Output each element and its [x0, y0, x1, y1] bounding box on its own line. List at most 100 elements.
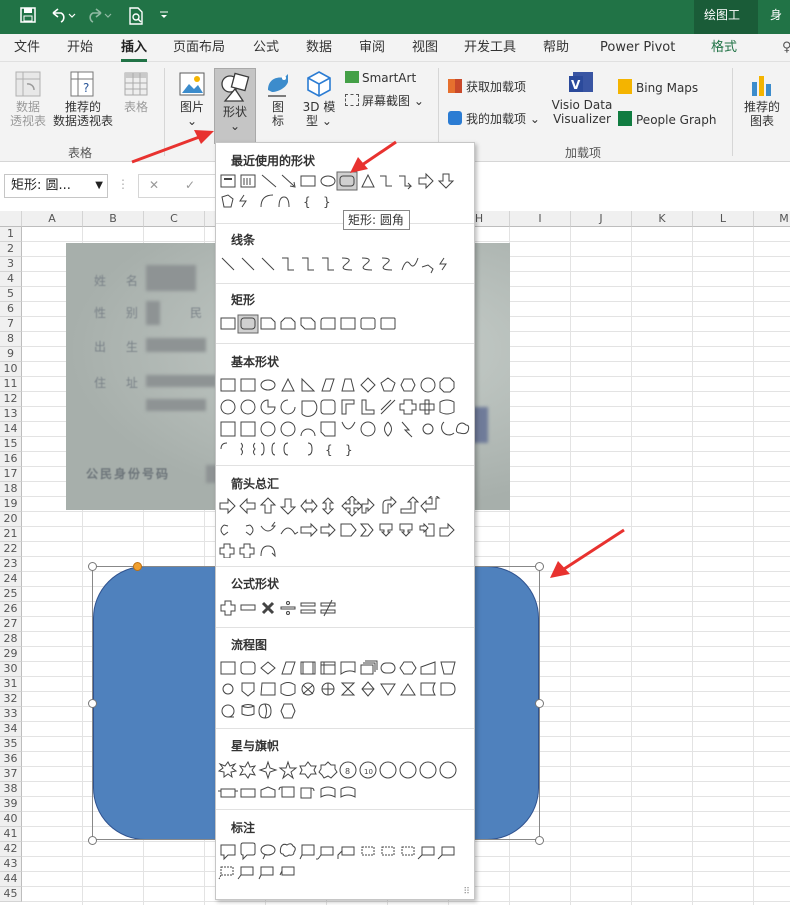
redo-icon[interactable]: [86, 7, 116, 27]
lines-gallery[interactable]: [216, 253, 474, 275]
row-header[interactable]: 15: [0, 437, 22, 452]
undo-icon[interactable]: [48, 7, 78, 27]
row-header[interactable]: 4: [0, 272, 22, 287]
tab-data[interactable]: 数据: [306, 39, 332, 57]
screenshot-button[interactable]: 屏幕截图 ⌄: [345, 93, 424, 109]
tab-page-layout[interactable]: 页面布局: [173, 39, 225, 57]
resize-handle[interactable]: [88, 836, 97, 845]
tab-power-pivot[interactable]: Power Pivot: [600, 39, 675, 57]
row-header[interactable]: 16: [0, 452, 22, 467]
smartart-button[interactable]: SmartArt: [345, 70, 416, 86]
tab-insert[interactable]: 插入: [121, 39, 148, 62]
row-header[interactable]: 2: [0, 242, 22, 257]
row-header[interactable]: 32: [0, 692, 22, 707]
row-header[interactable]: 36: [0, 752, 22, 767]
row-header[interactable]: 21: [0, 527, 22, 542]
bing-maps-button[interactable]: Bing Maps: [618, 79, 698, 96]
resize-handle[interactable]: [535, 699, 544, 708]
row-header[interactable]: 45: [0, 887, 22, 902]
tab-file[interactable]: 文件: [14, 39, 40, 57]
column-header[interactable]: K: [632, 211, 693, 227]
row-header[interactable]: 19: [0, 497, 22, 512]
row-header[interactable]: 43: [0, 857, 22, 872]
tab-formulas[interactable]: 公式: [253, 39, 279, 57]
callouts-gallery[interactable]: [216, 841, 474, 883]
column-header[interactable]: C: [144, 211, 205, 227]
row-header[interactable]: 17: [0, 467, 22, 482]
row-header[interactable]: 9: [0, 347, 22, 362]
save-icon[interactable]: [18, 7, 38, 27]
my-addins-button[interactable]: 我的加载项 ⌄: [448, 111, 540, 127]
row-header[interactable]: 31: [0, 677, 22, 692]
equation-shapes-gallery[interactable]: [216, 597, 474, 619]
row-header[interactable]: 35: [0, 737, 22, 752]
row-header[interactable]: 29: [0, 647, 22, 662]
corner-radius-handle[interactable]: [133, 562, 142, 571]
visio-button[interactable]: V Visio Data Visualizer: [548, 70, 616, 126]
row-header[interactable]: 40: [0, 812, 22, 827]
row-header[interactable]: 28: [0, 632, 22, 647]
rectangles-gallery[interactable]: [216, 313, 474, 335]
row-header[interactable]: 37: [0, 767, 22, 782]
row-header[interactable]: 7: [0, 317, 22, 332]
row-header[interactable]: 27: [0, 617, 22, 632]
pivot-table-button[interactable]: 数据 透视表: [6, 70, 50, 128]
resize-handle[interactable]: [88, 562, 97, 571]
resize-handle[interactable]: [535, 836, 544, 845]
recommended-pivot-button[interactable]: ? 推荐的 数据透视表: [50, 70, 116, 128]
tab-format[interactable]: 格式: [711, 39, 737, 57]
row-header[interactable]: 34: [0, 722, 22, 737]
row-header[interactable]: 5: [0, 287, 22, 302]
tab-help[interactable]: 帮助: [543, 39, 569, 57]
column-header[interactable]: L: [693, 211, 754, 227]
row-header[interactable]: 10: [0, 362, 22, 377]
row-header[interactable]: 39: [0, 797, 22, 812]
select-all-corner[interactable]: [0, 211, 22, 227]
resize-handle[interactable]: [88, 699, 97, 708]
row-header[interactable]: 6: [0, 302, 22, 317]
stars-banners-gallery[interactable]: 8 10: [216, 759, 474, 803]
row-header[interactable]: 20: [0, 512, 22, 527]
tell-me-icon[interactable]: ♀: [782, 39, 790, 57]
row-header[interactable]: 42: [0, 842, 22, 857]
tab-developer[interactable]: 开发工具: [464, 39, 516, 57]
customize-qat-icon[interactable]: [156, 7, 172, 27]
row-header[interactable]: 33: [0, 707, 22, 722]
recommended-charts-button[interactable]: 推荐的 图表: [740, 70, 784, 128]
row-header[interactable]: 8: [0, 332, 22, 347]
row-header[interactable]: 38: [0, 782, 22, 797]
row-header[interactable]: 12: [0, 392, 22, 407]
block-arrows-gallery[interactable]: [216, 496, 474, 558]
cancel-icon[interactable]: ✕: [149, 178, 159, 192]
tab-view[interactable]: 视图: [412, 39, 438, 57]
row-header[interactable]: 14: [0, 422, 22, 437]
basic-shapes-gallery[interactable]: {}: [216, 375, 474, 457]
row-header[interactable]: 1: [0, 227, 22, 242]
get-addins-button[interactable]: 获取加载项: [448, 79, 526, 95]
tab-home[interactable]: 开始: [67, 39, 93, 57]
row-header[interactable]: 22: [0, 542, 22, 557]
column-header[interactable]: A: [22, 211, 83, 227]
row-header[interactable]: 44: [0, 872, 22, 887]
column-header[interactable]: J: [571, 211, 632, 227]
3d-models-button[interactable]: 3D 模型 ⌄: [296, 70, 342, 128]
resize-grip-icon[interactable]: ⠿: [463, 887, 470, 897]
people-graph-button[interactable]: People Graph: [618, 111, 717, 128]
icons-button[interactable]: 图标: [262, 70, 294, 128]
row-header[interactable]: 24: [0, 572, 22, 587]
row-header[interactable]: 11: [0, 377, 22, 392]
row-header[interactable]: 23: [0, 557, 22, 572]
column-header[interactable]: B: [83, 211, 144, 227]
row-header[interactable]: 18: [0, 482, 22, 497]
flowchart-gallery[interactable]: [216, 658, 474, 720]
name-box[interactable]: 矩形: 圆... ▼: [4, 174, 108, 198]
tab-review[interactable]: 审阅: [359, 39, 385, 57]
column-header[interactable]: I: [510, 211, 571, 227]
row-header[interactable]: 41: [0, 827, 22, 842]
column-header[interactable]: M: [754, 211, 790, 227]
row-header[interactable]: 3: [0, 257, 22, 272]
row-header[interactable]: 30: [0, 662, 22, 677]
row-header[interactable]: 26: [0, 602, 22, 617]
row-header[interactable]: 25: [0, 587, 22, 602]
confirm-icon[interactable]: ✓: [185, 178, 195, 192]
